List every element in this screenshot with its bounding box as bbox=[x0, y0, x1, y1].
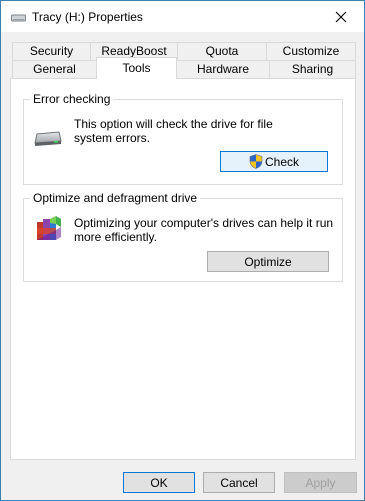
tab-tools[interactable]: Tools bbox=[96, 57, 177, 79]
window-title: Tracy (H:) Properties bbox=[32, 10, 143, 24]
cancel-button[interactable]: Cancel bbox=[203, 472, 275, 493]
tab-general[interactable]: General bbox=[12, 60, 97, 79]
error-checking-title: Error checking bbox=[30, 92, 114, 106]
check-button[interactable]: Check bbox=[220, 151, 328, 172]
drive-icon bbox=[11, 12, 26, 26]
tools-tab-panel: Error checking This option will check th… bbox=[10, 78, 356, 460]
tab-security[interactable]: Security bbox=[12, 42, 91, 61]
title-bar[interactable]: Tracy (H:) Properties bbox=[1, 1, 364, 32]
tab-sharing[interactable]: Sharing bbox=[269, 60, 356, 79]
close-icon bbox=[335, 11, 347, 22]
tab-customize[interactable]: Customize bbox=[266, 42, 356, 61]
close-button[interactable] bbox=[318, 1, 364, 32]
error-checking-desc-1: This option will check the drive for fil… bbox=[74, 117, 273, 131]
optimize-desc-2: more efficiently. bbox=[74, 230, 157, 244]
optimize-group: Optimize and defragment drive Optimizing… bbox=[23, 191, 343, 282]
optimize-title: Optimize and defragment drive bbox=[30, 191, 201, 205]
error-checking-group: Error checking This option will check th… bbox=[23, 92, 343, 185]
error-checking-desc-2: system errors. bbox=[74, 131, 151, 145]
shield-icon bbox=[249, 154, 263, 169]
check-button-label: Check bbox=[264, 154, 299, 169]
apply-button-label: Apply bbox=[305, 475, 336, 490]
ok-button-label: OK bbox=[150, 475, 168, 490]
apply-button[interactable]: Apply bbox=[284, 472, 357, 493]
tab-quota[interactable]: Quota bbox=[177, 42, 267, 61]
cancel-button-label: Cancel bbox=[220, 475, 258, 490]
optimize-button[interactable]: Optimize bbox=[207, 251, 329, 272]
optimize-desc-1: Optimizing your computer's drives can he… bbox=[74, 216, 334, 230]
tab-hardware[interactable]: Hardware bbox=[176, 60, 270, 79]
defrag-icon bbox=[34, 213, 64, 248]
ok-button[interactable]: OK bbox=[123, 472, 195, 493]
optimize-button-label: Optimize bbox=[244, 254, 292, 269]
drive-icon bbox=[34, 130, 62, 151]
properties-dialog: Tracy (H:) Properties Security ReadyBoos… bbox=[0, 0, 365, 501]
